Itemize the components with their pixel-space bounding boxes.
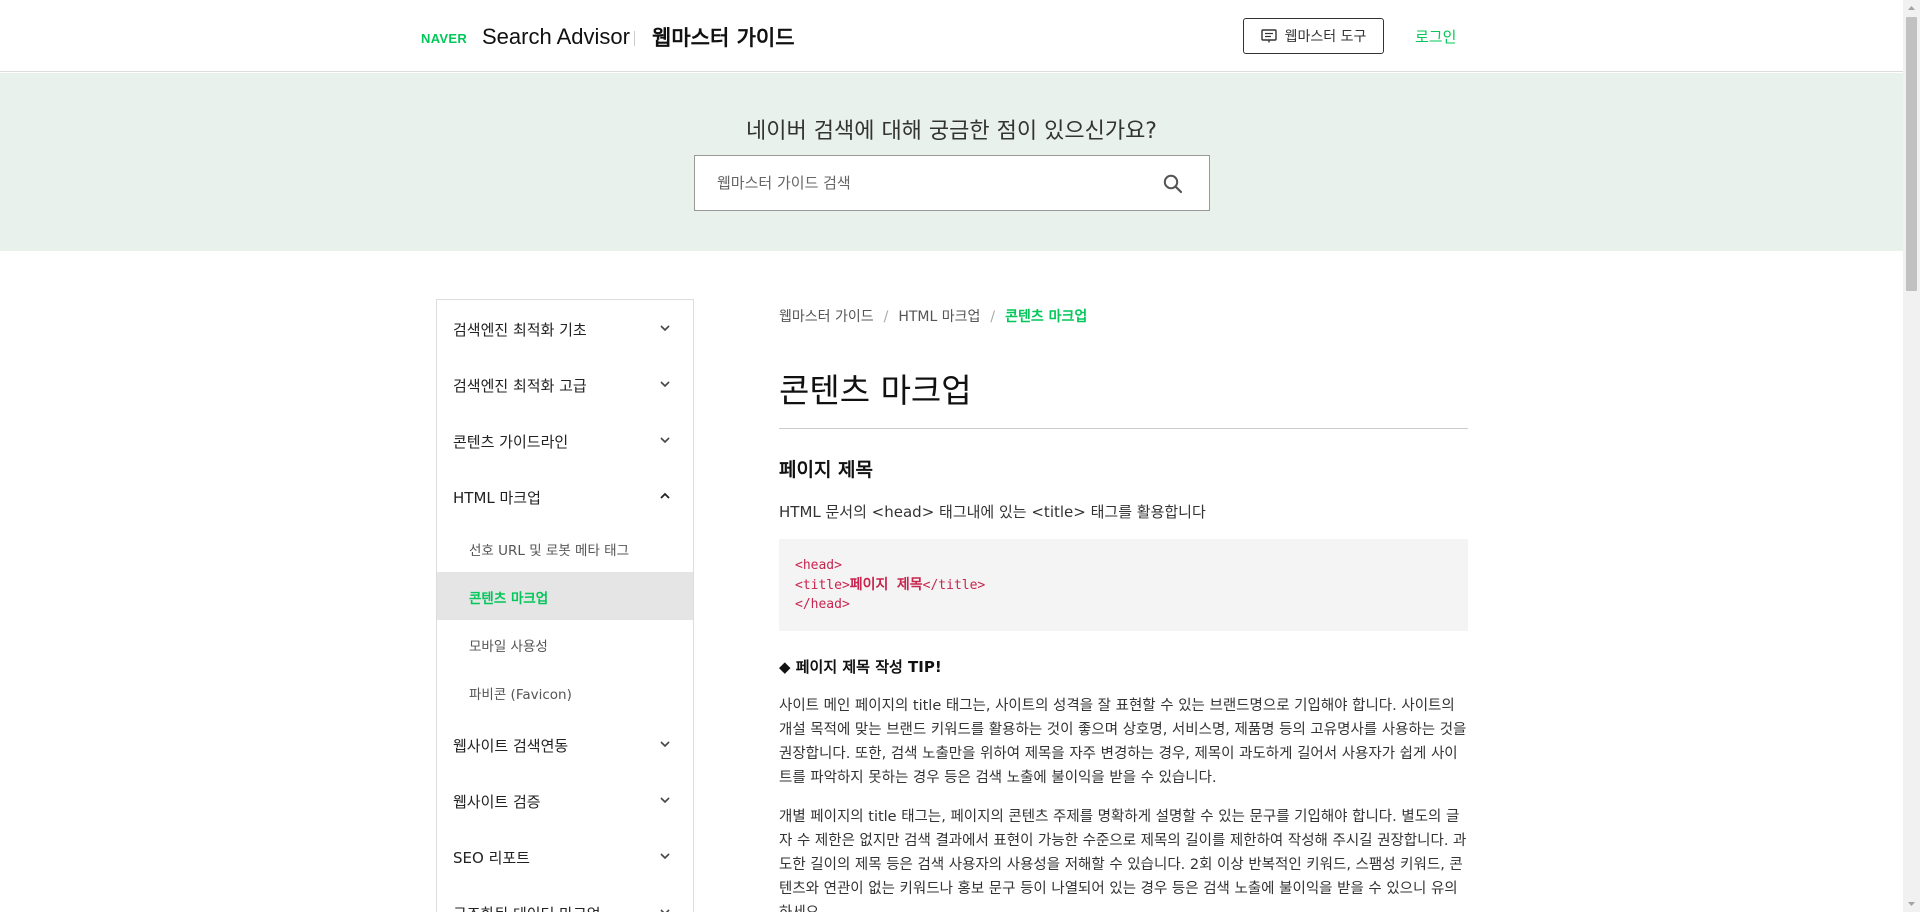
sidebar-item-seo-report[interactable]: SEO 리포트 xyxy=(437,828,693,884)
login-link[interactable]: 로그인 xyxy=(1415,26,1456,47)
sidebar-item-label: 콘텐츠 가이드라인 xyxy=(453,433,569,451)
section-heading: 페이지 제목 xyxy=(779,459,874,481)
code-line: </head> xyxy=(795,597,850,612)
sidebar-item-label: 웹사이트 검색연동 xyxy=(453,737,569,755)
webmaster-tool-button[interactable]: 웹마스터 도구 xyxy=(1243,18,1384,54)
breadcrumb-separator: / xyxy=(990,309,996,325)
chevron-down-icon xyxy=(660,797,670,804)
code-title-text: 페이지 제목 xyxy=(849,576,923,593)
sidebar-item-search-integration[interactable]: 웹사이트 검색연동 xyxy=(437,716,693,772)
chevron-down-icon xyxy=(660,381,670,388)
monitor-icon xyxy=(1260,29,1277,43)
search-icon[interactable] xyxy=(1161,172,1185,196)
sidebar-item-seo-advanced[interactable]: 검색엔진 최적화 고급 xyxy=(437,356,693,412)
sidebar-item-label: 구조화된 데이터 마크업 xyxy=(453,903,601,912)
page: NAVER Search Advisor 웹마스터 가이드 웹마스터 도구 로그… xyxy=(0,0,1920,912)
sidebar-subitem-preferred-url[interactable]: 선호 URL 및 로봇 메타 태그 xyxy=(437,524,693,572)
search-input[interactable] xyxy=(717,172,1137,194)
code-example: <head> <title>페이지 제목</title> </head> xyxy=(779,539,1468,631)
tip-heading: ◆ 페이지 제목 작성 TIP! xyxy=(779,658,942,676)
paragraph: 사이트 메인 페이지의 title 태그는, 사이트의 성격을 잘 표현할 수 … xyxy=(779,698,1467,786)
sidebar-item-label: 웹사이트 검증 xyxy=(453,793,541,811)
breadcrumb-link-guide[interactable]: 웹마스터 가이드 xyxy=(779,309,874,325)
intro-text: HTML 문서의 <head> 태그내에 있는 <title> 태그를 활용합니… xyxy=(779,503,1206,521)
code-block: <head> <title>페이지 제목</title> </head> xyxy=(795,556,985,615)
brand-name[interactable]: Search Advisor xyxy=(482,24,630,50)
code-line: <head> xyxy=(795,558,842,573)
sidebar-subitem-label: 콘텐츠 마크업 xyxy=(469,591,549,607)
page-title: 콘텐츠 마크업 xyxy=(779,371,972,410)
vertical-scrollbar[interactable] xyxy=(1903,0,1920,912)
sidebar-item-label: 검색엔진 최적화 고급 xyxy=(453,377,587,395)
sidebar-item-structured-data[interactable]: 구조화된 데이터 마크업 xyxy=(437,884,693,912)
search-box xyxy=(694,155,1210,211)
sidebar-subitem-label: 파비콘 (Favicon) xyxy=(469,687,572,703)
scroll-down-arrow-icon[interactable] xyxy=(1903,895,1920,912)
title-divider xyxy=(779,428,1468,429)
sidebar-subitem-favicon[interactable]: 파비콘 (Favicon) xyxy=(437,668,693,716)
paragraph: 개별 페이지의 title 태그는, 페이지의 콘텐츠 주제를 명확하게 설명할… xyxy=(779,809,1467,912)
code-tag: </title> xyxy=(922,577,986,593)
naver-logo[interactable]: NAVER xyxy=(421,31,467,46)
chevron-down-icon xyxy=(660,909,670,912)
sidebar-item-html-markup[interactable]: HTML 마크업 xyxy=(437,468,693,524)
sidebar-item-label: HTML 마크업 xyxy=(453,489,541,507)
hero-question: 네이버 검색에 대해 궁금한 점이 있으신가요? xyxy=(746,119,1157,144)
chevron-down-icon xyxy=(660,853,670,860)
chevron-down-icon xyxy=(660,741,670,748)
breadcrumb-current: 콘텐츠 마크업 xyxy=(1005,309,1088,325)
sidebar-subitem-label: 선호 URL 및 로봇 메타 태그 xyxy=(469,543,630,559)
sidebar-subitem-label: 모바일 사용성 xyxy=(469,639,548,655)
sidebar-subitem-content-markup[interactable]: 콘텐츠 마크업 xyxy=(437,572,693,620)
sidebar-item-label: 검색엔진 최적화 기초 xyxy=(453,321,587,339)
chevron-up-icon xyxy=(660,492,670,499)
breadcrumb-separator: / xyxy=(883,309,889,325)
guide-title[interactable]: 웹마스터 가이드 xyxy=(652,22,795,52)
chevron-down-icon xyxy=(660,437,670,444)
scroll-up-arrow-icon[interactable] xyxy=(1903,0,1920,17)
search-hero: 네이버 검색에 대해 궁금한 점이 있으신가요? xyxy=(0,73,1903,251)
breadcrumb: 웹마스터 가이드 / HTML 마크업 / 콘텐츠 마크업 xyxy=(779,306,1087,326)
sidebar-item-content-guideline[interactable]: 콘텐츠 가이드라인 xyxy=(437,412,693,468)
sidebar-subitem-mobile-usability[interactable]: 모바일 사용성 xyxy=(437,620,693,668)
webmaster-tool-label: 웹마스터 도구 xyxy=(1284,29,1367,45)
sidebar-item-seo-basics[interactable]: 검색엔진 최적화 기초 xyxy=(437,300,693,356)
top-header: NAVER Search Advisor 웹마스터 가이드 웹마스터 도구 로그… xyxy=(0,0,1903,72)
code-tag: <title> xyxy=(795,577,850,593)
chevron-down-icon xyxy=(660,325,670,332)
sidebar-item-label: SEO 리포트 xyxy=(453,849,530,867)
sidebar-item-site-verification[interactable]: 웹사이트 검증 xyxy=(437,772,693,828)
sidebar-nav: 검색엔진 최적화 기초 검색엔진 최적화 고급 콘텐츠 가이드라인 HTML 마… xyxy=(436,299,694,912)
header-divider xyxy=(634,31,635,46)
scrollbar-thumb[interactable] xyxy=(1906,17,1917,291)
breadcrumb-link-html-markup[interactable]: HTML 마크업 xyxy=(898,309,980,325)
